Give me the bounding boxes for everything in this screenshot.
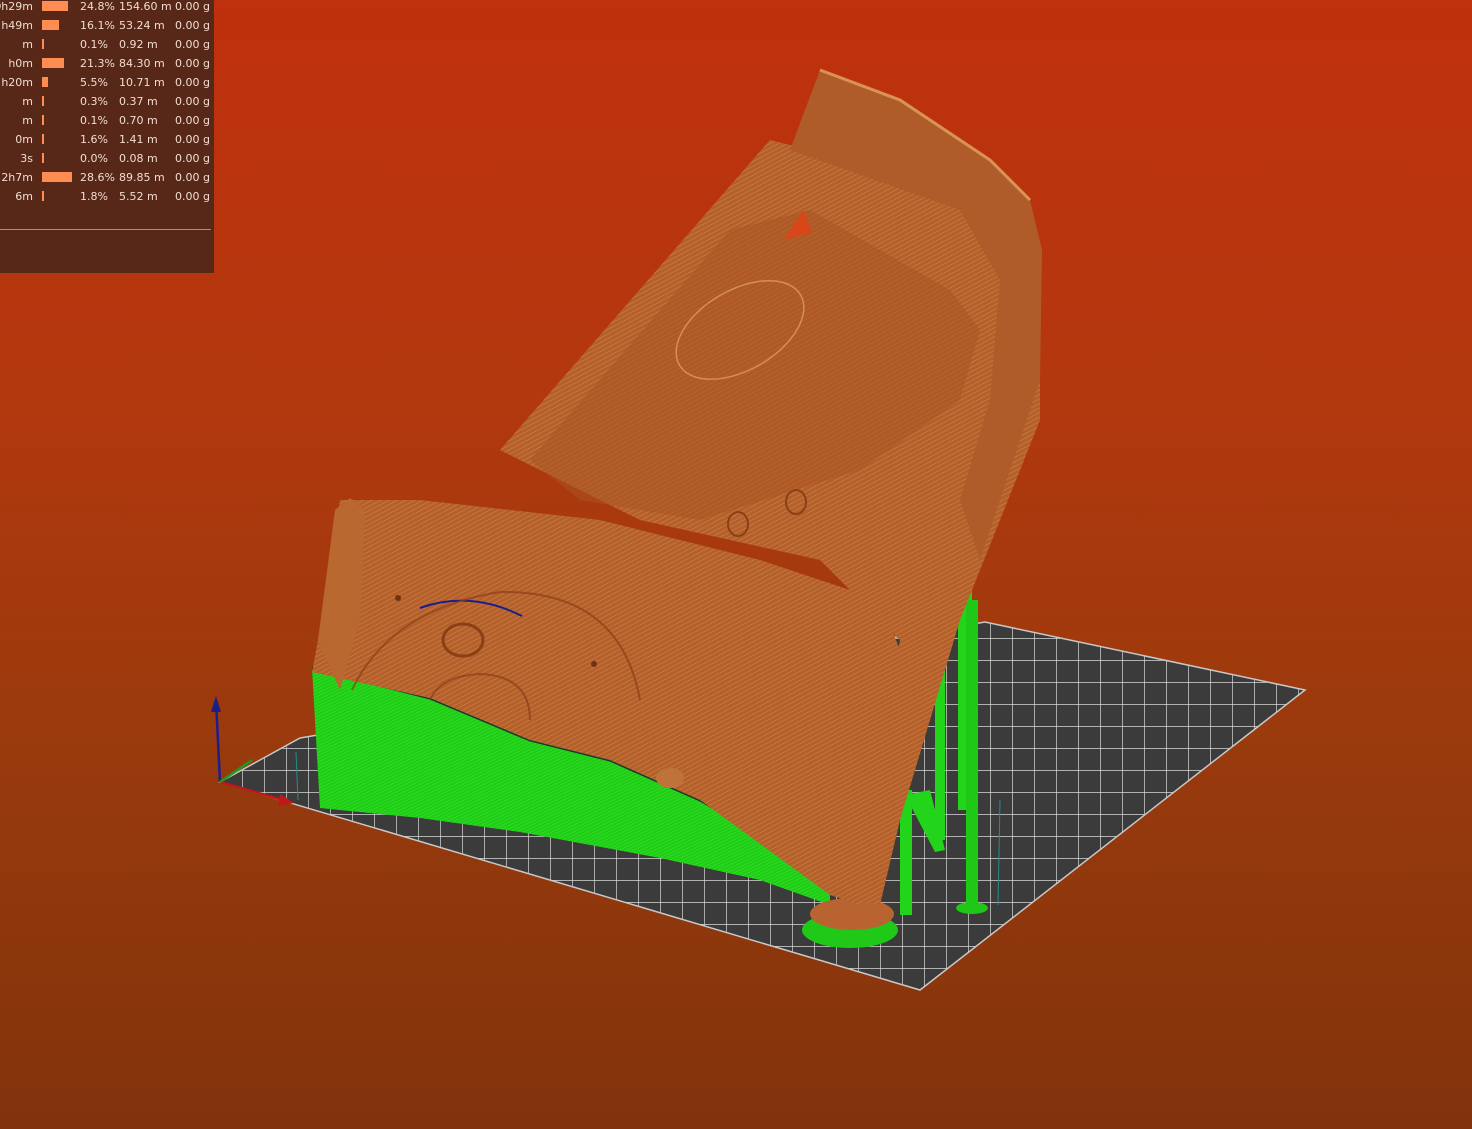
feature-percent: 1.6% xyxy=(80,133,108,146)
feature-time: 3s xyxy=(20,152,33,165)
3d-viewport[interactable] xyxy=(0,0,1472,1129)
feature-share-bar xyxy=(42,191,44,201)
sliced-preview-scene xyxy=(211,68,1307,991)
feature-time: h0m xyxy=(8,57,33,70)
feature-weight: 0.00 g xyxy=(175,190,210,203)
feature-share-bar xyxy=(42,77,48,87)
feature-weight: 0.00 g xyxy=(175,76,210,89)
feature-stat-row: 6m 1.8% 5.52 m 0.00 g xyxy=(0,190,214,209)
feature-weight: 0.00 g xyxy=(175,19,210,32)
feature-time: 0m xyxy=(15,133,33,146)
feature-weight: 0.00 g xyxy=(175,38,210,51)
feature-stat-row: m 0.1% 0.92 m 0.00 g xyxy=(0,38,214,57)
feature-length: 0.37 m xyxy=(119,95,158,108)
feature-stat-row: m 0.3% 0.37 m 0.00 g xyxy=(0,95,214,114)
feature-percent: 1.8% xyxy=(80,190,108,203)
feature-time: m xyxy=(22,114,33,127)
feature-length: 154.60 m xyxy=(119,0,172,13)
feature-stat-row: h0m 21.3% 84.30 m 0.00 g xyxy=(0,57,214,76)
feature-share-bar xyxy=(42,153,44,163)
feature-share-bar xyxy=(42,134,44,144)
feature-weight: 0.00 g xyxy=(175,57,210,70)
feature-weight: 0.00 g xyxy=(175,171,210,184)
feature-length: 53.24 m xyxy=(119,19,165,32)
feature-length: 1.41 m xyxy=(119,133,158,146)
feature-weight: 0.00 g xyxy=(175,0,210,13)
feature-share-bar xyxy=(42,20,59,30)
feature-share-bar xyxy=(42,39,44,49)
feature-percent: 0.0% xyxy=(80,152,108,165)
feature-share-bar xyxy=(42,96,44,106)
feature-time: m xyxy=(22,95,33,108)
feature-stat-row: 0m 1.6% 1.41 m 0.00 g xyxy=(0,133,214,152)
feature-share-bar xyxy=(42,1,68,11)
feature-time: 2h7m xyxy=(1,171,33,184)
feature-percent: 21.3% xyxy=(80,57,115,70)
feature-weight: 0.00 g xyxy=(175,114,210,127)
feature-percent: 5.5% xyxy=(80,76,108,89)
panel-divider xyxy=(0,229,211,230)
feature-percent: 0.1% xyxy=(80,38,108,51)
feature-length: 0.70 m xyxy=(119,114,158,127)
feature-stat-row: h49m 16.1% 53.24 m 0.00 g xyxy=(0,19,214,38)
feature-length: 0.92 m xyxy=(119,38,158,51)
feature-time: h20m xyxy=(1,76,33,89)
feature-percent: 16.1% xyxy=(80,19,115,32)
feature-stat-row: m 0.1% 0.70 m 0.00 g xyxy=(0,114,214,133)
feature-share-bar xyxy=(42,58,64,68)
feature-percent: 28.6% xyxy=(80,171,115,184)
feature-weight: 0.00 g xyxy=(175,152,210,165)
feature-stat-row: h20m 5.5% 10.71 m 0.00 g xyxy=(0,76,214,95)
extrusion-stats-panel: 0h29m24.8%154.60 m0.00 gh49m16.1%53.24 m… xyxy=(0,0,214,273)
feature-length: 0.08 m xyxy=(119,152,158,165)
feature-percent: 0.1% xyxy=(80,114,108,127)
feature-time: m xyxy=(22,38,33,51)
feature-length: 84.30 m xyxy=(119,57,165,70)
feature-time: 6m xyxy=(15,190,33,203)
feature-percent: 0.3% xyxy=(80,95,108,108)
feature-time: h49m xyxy=(1,19,33,32)
feature-length: 5.52 m xyxy=(119,190,158,203)
feature-time: 0h29m xyxy=(0,0,33,13)
feature-stat-row: 2h7m 28.6% 89.85 m 0.00 g xyxy=(0,171,214,190)
feature-length: 10.71 m xyxy=(119,76,165,89)
feature-weight: 0.00 g xyxy=(175,95,210,108)
feature-length: 89.85 m xyxy=(119,171,165,184)
feature-percent: 24.8% xyxy=(80,0,115,13)
feature-weight: 0.00 g xyxy=(175,133,210,146)
feature-share-bar xyxy=(42,115,44,125)
feature-stat-row: 3s 0.0% 0.08 m 0.00 g xyxy=(0,152,214,171)
feature-share-bar xyxy=(42,172,72,182)
feature-stat-row: 0h29m 24.8% 154.60 m0.00 g xyxy=(0,0,214,19)
